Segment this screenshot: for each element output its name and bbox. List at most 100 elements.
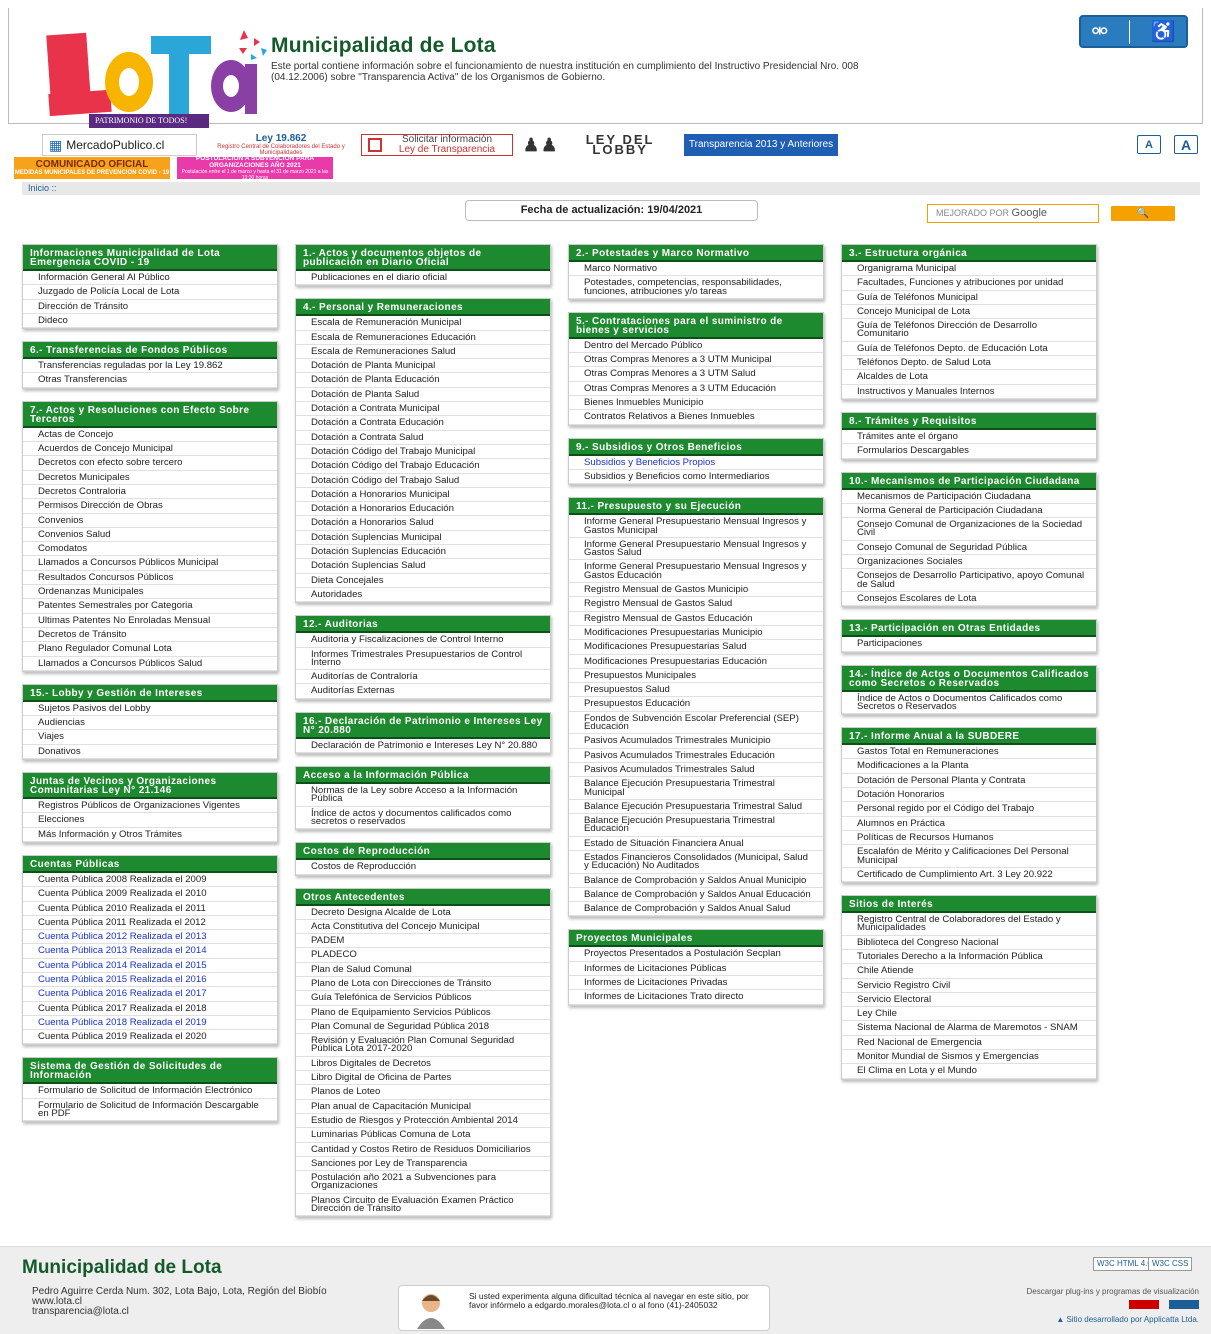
section-link[interactable]: Escalafón de Mérito y Calificaciones Del… <box>842 845 1096 868</box>
section-link[interactable]: Servicio Registro Civil <box>842 979 1096 993</box>
section-link[interactable]: Sistema Nacional de Alarma de Maremotos … <box>842 1021 1096 1036</box>
section-link[interactable]: Dideco <box>23 314 277 329</box>
section-link[interactable]: Escala de Remuneraciones Salud <box>296 345 550 360</box>
section-link[interactable]: Informes Trimestrales Presupuestarios de… <box>296 648 550 671</box>
section-link[interactable]: Certificado de Cumplimiento Art. 3 Ley 2… <box>842 868 1096 883</box>
section-link[interactable]: Organizaciones Sociales <box>842 555 1096 570</box>
section-link[interactable]: Otras Compras Menores a 3 UTM Educación <box>569 382 823 397</box>
transparencia-2013-banner[interactable]: Transparencia 2013 y Anteriores <box>684 134 838 156</box>
section-link[interactable]: Decretos Contraloria <box>23 485 277 500</box>
section-link[interactable]: Dotación a Contrata Municipal <box>296 402 550 417</box>
section-link[interactable]: Auditorías de Contraloría <box>296 670 550 685</box>
section-link[interactable]: Acta Constitutiva del Concejo Municipal <box>296 920 550 935</box>
section-link[interactable]: Plano de Equipamiento Servicios Públicos <box>296 1006 550 1020</box>
section-link[interactable]: Facultades, Funciones y atribuciones por… <box>842 276 1096 291</box>
section-link[interactable]: Dotación Honorarios <box>842 788 1096 803</box>
section-link[interactable]: Consejos Escolares de Lota <box>842 592 1096 607</box>
section-link[interactable]: Consejo Comunal de Organizaciones de la … <box>842 518 1096 541</box>
section-link[interactable]: Modificaciones Presupuestarias Municipio <box>569 626 823 641</box>
section-link[interactable]: Dotación a Contrata Educación <box>296 416 550 431</box>
section-link[interactable]: Sujetos Pasivos del Lobby <box>23 702 277 717</box>
section-link[interactable]: Llamados a Concursos Públicos Salud <box>23 657 277 671</box>
accessibility-walk-icon[interactable]: ♿ <box>1151 19 1176 44</box>
section-link[interactable]: Potestades, competencias, responsabilida… <box>569 276 823 299</box>
postulacion-subvencion-banner[interactable]: POSTULACIÓN A SUBVENCIÓN PARA ORGANIZACI… <box>177 155 333 181</box>
section-link[interactable]: Cuenta Pública 2018 Realizada el 2019 <box>23 1016 277 1031</box>
section-link[interactable]: Formulario de Solicitud de Información E… <box>23 1084 277 1099</box>
section-link[interactable]: Trámites ante el órgano <box>842 430 1096 445</box>
search-input[interactable]: MEJORADO POR Google <box>927 204 1099 223</box>
search-button[interactable]: 🔍 <box>1111 206 1175 221</box>
section-link[interactable]: Formulario de Solicitud de Información D… <box>23 1099 277 1122</box>
section-link[interactable]: Mecanismos de Participación Ciudadana <box>842 490 1096 504</box>
section-link[interactable]: Dirección de Tránsito <box>23 300 277 314</box>
comunicado-oficial-banner[interactable]: COMUNICADO OFICIAL MEDIDAS MUNICIPALES D… <box>14 157 170 179</box>
section-link[interactable]: Publicaciones en el diario oficial <box>296 271 550 286</box>
section-link[interactable]: Cuenta Pública 2009 Realizada el 2010 <box>23 887 277 902</box>
section-link[interactable]: Declaración de Patrimonio e Intereses Le… <box>296 739 550 754</box>
section-link[interactable]: Dotación de Planta Educación <box>296 373 550 388</box>
breadcrumb-home-link[interactable]: Inicio :: <box>28 183 57 193</box>
section-link[interactable]: Cuenta Pública 2019 Realizada el 2020 <box>23 1030 277 1045</box>
section-link[interactable]: Plan de Salud Comunal <box>296 963 550 977</box>
section-link[interactable]: Subsidios y Beneficios como Intermediari… <box>569 470 823 485</box>
section-link[interactable]: Teléfonos Depto. de Salud Lota <box>842 356 1096 371</box>
section-link[interactable]: Convenios Salud <box>23 528 277 543</box>
section-link[interactable]: Red Nacional de Emergencia <box>842 1036 1096 1051</box>
section-link[interactable]: Chile Atiende <box>842 964 1096 979</box>
section-link[interactable]: Resultados Concursos Públicos <box>23 571 277 586</box>
section-link[interactable]: Patentes Semestrales por Categoria <box>23 599 277 614</box>
section-link[interactable]: Formularios Descargables <box>842 444 1096 459</box>
section-link[interactable]: Alumnos en Práctica <box>842 817 1096 831</box>
acrobat-icon[interactable] <box>1128 1300 1159 1309</box>
section-link[interactable]: Elecciones <box>23 813 277 828</box>
section-link[interactable]: Informe General Presupuestario Mensual I… <box>569 515 823 538</box>
section-link[interactable]: Modificaciones Presupuestarias Salud <box>569 640 823 655</box>
section-link[interactable]: Cuenta Pública 2016 Realizada el 2017 <box>23 987 277 1002</box>
section-link[interactable]: Audiencias <box>23 716 277 731</box>
section-link[interactable]: Balance de Comprobación y Saldos Anual M… <box>569 874 823 888</box>
section-link[interactable]: Guía de Teléfonos Dirección de Desarroll… <box>842 319 1096 342</box>
section-link[interactable]: Subsidios y Beneficios Propios <box>569 456 823 470</box>
section-link[interactable]: Informe General Presupuestario Mensual I… <box>569 560 823 584</box>
section-link[interactable]: Informes de Licitaciones Trato directo <box>569 990 823 1005</box>
w3c-css-badge[interactable]: W3C CSS <box>1148 1257 1193 1271</box>
section-link[interactable]: El Clima en Lota y el Mundo <box>842 1064 1096 1079</box>
section-link[interactable]: Otras Compras Menores a 3 UTM Municipal <box>569 353 823 368</box>
section-link[interactable]: Dotación a Honorarios Educación <box>296 502 550 517</box>
section-link[interactable]: Autoridades <box>296 588 550 603</box>
section-link[interactable]: Planos de Loteo <box>296 1085 550 1100</box>
font-increase-button[interactable]: A <box>1174 135 1198 154</box>
section-link[interactable]: Transferencias reguladas por la Ley 19.8… <box>23 359 277 374</box>
section-link[interactable]: Monitor Mundial de Sismos y Emergencias <box>842 1050 1096 1065</box>
section-link[interactable]: Pasivos Acumulados Trimestrales Salud <box>569 763 823 778</box>
section-link[interactable]: Servicio Electoral <box>842 993 1096 1008</box>
section-link[interactable]: Registros Públicos de Organizaciones Vig… <box>23 799 277 814</box>
section-link[interactable]: Otras Compras Menores a 3 UTM Salud <box>569 367 823 382</box>
section-link[interactable]: Cuenta Pública 2015 Realizada el 2016 <box>23 973 277 988</box>
section-link[interactable]: Concejo Municipal de Lota <box>842 305 1096 320</box>
section-link[interactable]: Luminarias Públicas Comuna de Lota <box>296 1128 550 1143</box>
section-link[interactable]: Dotación Código del Trabajo Salud <box>296 474 550 488</box>
section-link[interactable]: Donativos <box>23 745 277 760</box>
section-link[interactable]: Cuenta Pública 2014 Realizada el 2015 <box>23 959 277 973</box>
plugin-icons[interactable] <box>1026 1300 1199 1311</box>
section-link[interactable]: Dotación Suplencias Salud <box>296 559 550 574</box>
section-link[interactable]: Libros Digitales de Decretos <box>296 1057 550 1072</box>
section-link[interactable]: Actas de Concejo <box>23 428 277 443</box>
section-link[interactable]: Presupuestos Municipales <box>569 669 823 684</box>
section-link[interactable]: Registro Mensual de Gastos Educación <box>569 612 823 626</box>
section-link[interactable]: Norma General de Participación Ciudadana <box>842 504 1096 519</box>
accessibility-buttons[interactable]: ⚮ ♿ <box>1079 15 1188 48</box>
section-link[interactable]: Fondos de Subvención Escolar Preferencia… <box>569 712 823 735</box>
section-link[interactable]: Dentro del Mercado Público <box>569 339 823 354</box>
section-link[interactable]: Presupuestos Educación <box>569 697 823 712</box>
section-link[interactable]: Informe General Presupuestario Mensual I… <box>569 538 823 561</box>
section-link[interactable]: Marco Normativo <box>569 262 823 277</box>
section-link[interactable]: Gastos Total en Remuneraciones <box>842 745 1096 760</box>
section-link[interactable]: Guía de Teléfonos Municipal <box>842 291 1096 305</box>
section-link[interactable]: Auditorías Externas <box>296 684 550 699</box>
section-link[interactable]: Personal regido por el Código del Trabaj… <box>842 802 1096 817</box>
section-link[interactable]: PADEM <box>296 934 550 949</box>
section-link[interactable]: Dieta Concejales <box>296 574 550 588</box>
